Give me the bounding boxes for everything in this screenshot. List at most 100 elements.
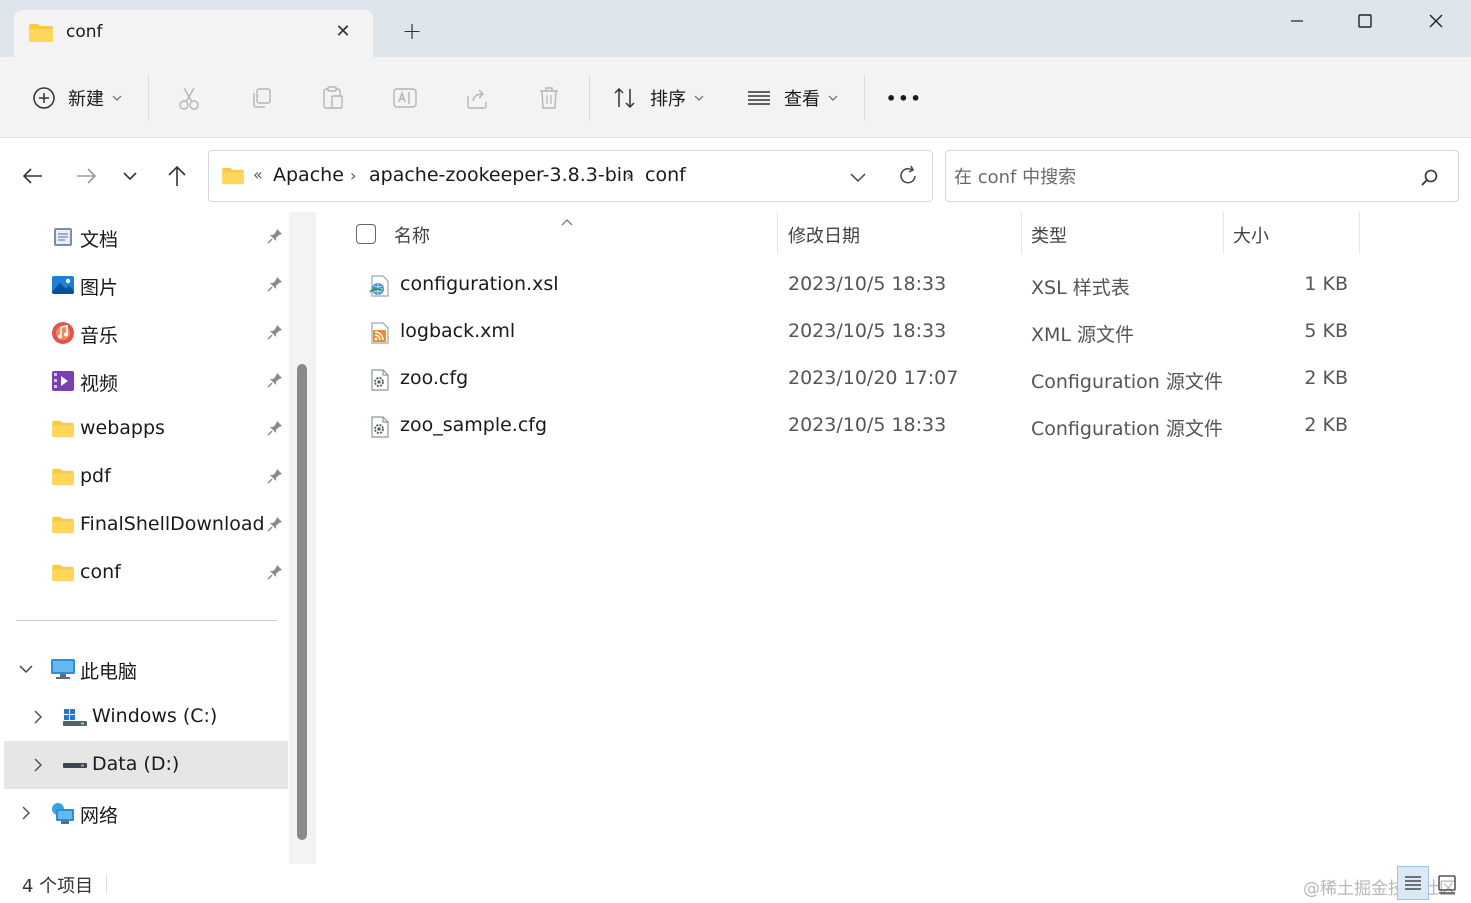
file-row[interactable]: logback.xml 2023/10/5 18:33 XML 源文件 5 KB bbox=[316, 309, 1471, 355]
column-divider[interactable] bbox=[777, 212, 778, 254]
pin-icon[interactable] bbox=[266, 227, 284, 249]
breadcrumb-conf[interactable]: conf bbox=[645, 164, 686, 186]
share-button[interactable] bbox=[461, 83, 493, 113]
select-all-checkbox[interactable] bbox=[356, 224, 376, 244]
address-bar[interactable]: « Apache › apache-zookeeper-3.8.3-bin › … bbox=[208, 150, 933, 202]
sidebar-item-label: conf bbox=[80, 561, 121, 583]
chevron-right-icon[interactable] bbox=[28, 755, 48, 775]
address-history-button[interactable] bbox=[846, 165, 870, 189]
sidebar-item-music[interactable]: 音乐 bbox=[0, 309, 290, 357]
windows-drive-icon bbox=[62, 705, 88, 729]
sidebar-item-data-d[interactable]: Data (D:) bbox=[4, 741, 288, 789]
column-header-size[interactable]: 大小 bbox=[1233, 222, 1269, 248]
column-header-modified[interactable]: 修改日期 bbox=[788, 222, 860, 248]
refresh-button[interactable] bbox=[895, 163, 921, 189]
folder-icon bbox=[50, 417, 76, 441]
sidebar-item-conf[interactable]: conf bbox=[0, 549, 290, 597]
file-size: 2 KB bbox=[1304, 414, 1348, 436]
search-input[interactable] bbox=[954, 163, 1394, 191]
view-list-icon bbox=[748, 91, 770, 105]
sidebar-item-label: 音乐 bbox=[80, 325, 119, 347]
back-button[interactable] bbox=[18, 163, 48, 189]
copy-icon bbox=[253, 88, 271, 108]
sidebar-item-label: pdf bbox=[80, 465, 111, 487]
close-window-button[interactable] bbox=[1413, 6, 1459, 36]
file-row[interactable]: zoo_sample.cfg 2023/10/5 18:33 Configura… bbox=[316, 403, 1471, 449]
folder-icon bbox=[50, 465, 76, 489]
column-header-type[interactable]: 类型 bbox=[1031, 222, 1067, 248]
sidebar-item-finalshelldownload[interactable]: FinalShellDownload bbox=[0, 501, 290, 549]
paste-icon bbox=[323, 86, 343, 109]
minimize-button[interactable] bbox=[1274, 6, 1320, 36]
breadcrumb-separator[interactable]: › bbox=[350, 166, 356, 185]
folder-icon bbox=[50, 513, 76, 537]
sidebar-item-network[interactable]: 网络 bbox=[0, 789, 290, 837]
cut-button[interactable] bbox=[173, 83, 205, 113]
forward-button[interactable] bbox=[71, 163, 101, 189]
sort-button[interactable]: 排序 bbox=[612, 81, 704, 115]
new-button[interactable]: 新建 bbox=[32, 81, 122, 115]
pin-icon[interactable] bbox=[266, 515, 284, 537]
file-row[interactable]: zoo.cfg 2023/10/20 17:07 Configuration 源… bbox=[316, 356, 1471, 402]
sidebar-item-videos[interactable]: 视频 bbox=[0, 357, 290, 405]
xsl-file-icon bbox=[368, 274, 392, 298]
search-box[interactable] bbox=[945, 150, 1459, 202]
sidebar-item-label: 文档 bbox=[80, 229, 119, 251]
drive-icon bbox=[62, 753, 88, 777]
recent-locations-button[interactable] bbox=[115, 163, 145, 189]
pin-icon[interactable] bbox=[266, 419, 284, 441]
delete-button[interactable] bbox=[533, 83, 565, 113]
breadcrumb-zookeeper[interactable]: apache-zookeeper-3.8.3-bin bbox=[369, 164, 634, 186]
column-divider[interactable] bbox=[1021, 212, 1022, 254]
paste-button[interactable] bbox=[317, 83, 349, 113]
pin-icon[interactable] bbox=[266, 371, 284, 393]
up-button[interactable] bbox=[162, 163, 192, 189]
pin-icon[interactable] bbox=[266, 563, 284, 585]
column-divider[interactable] bbox=[1359, 212, 1360, 254]
chevron-right-icon[interactable] bbox=[28, 707, 48, 727]
sidebar-item-documents[interactable]: 文档 bbox=[0, 213, 290, 261]
close-tab-icon[interactable]: ✕ bbox=[332, 22, 354, 44]
copy-button[interactable] bbox=[245, 83, 277, 113]
sidebar-item-webapps[interactable]: webapps bbox=[0, 405, 290, 453]
pin-icon[interactable] bbox=[266, 323, 284, 345]
config-file-icon bbox=[368, 368, 392, 392]
file-modified: 2023/10/5 18:33 bbox=[788, 273, 947, 295]
pictures-icon bbox=[50, 273, 76, 297]
column-header-name[interactable]: 名称 bbox=[394, 222, 430, 248]
details-view-icon bbox=[1405, 876, 1421, 890]
sidebar-scrollbar-thumb[interactable] bbox=[297, 364, 307, 840]
file-row[interactable]: configuration.xsl 2023/10/5 18:33 XSL 样式… bbox=[316, 262, 1471, 308]
arrow-right-icon bbox=[77, 168, 97, 184]
new-tab-button[interactable]: + bbox=[399, 18, 425, 44]
search-icon bbox=[1421, 169, 1438, 186]
large-icons-view-button[interactable] bbox=[1433, 870, 1461, 898]
search-button[interactable] bbox=[1416, 165, 1442, 191]
chevron-right-icon[interactable] bbox=[16, 803, 36, 823]
maximize-button[interactable] bbox=[1342, 6, 1388, 36]
column-divider[interactable] bbox=[1223, 212, 1224, 254]
chevron-down-icon[interactable] bbox=[16, 659, 36, 679]
sidebar-item-pictures[interactable]: 图片 bbox=[0, 261, 290, 309]
title-bar: conf ✕ + bbox=[0, 0, 1471, 57]
details-view-button[interactable] bbox=[1397, 866, 1429, 900]
pin-icon[interactable] bbox=[266, 275, 284, 297]
computer-icon bbox=[50, 657, 76, 681]
more-options-button[interactable]: ••• bbox=[886, 81, 923, 115]
file-name: configuration.xsl bbox=[400, 273, 559, 295]
breadcrumb-separator[interactable]: › bbox=[626, 166, 632, 185]
sidebar-item-windows-c[interactable]: Windows (C:) bbox=[0, 693, 290, 741]
tab-conf[interactable]: conf ✕ bbox=[14, 10, 373, 57]
view-button[interactable]: 查看 bbox=[746, 81, 838, 115]
breadcrumb-apache[interactable]: Apache bbox=[273, 164, 344, 186]
file-type: Configuration 源文件 bbox=[1031, 418, 1223, 440]
sidebar-item-label: Data (D:) bbox=[92, 753, 180, 775]
sidebar-item-label: 图片 bbox=[80, 277, 119, 299]
command-bar: 新建 排序 查看 ••• bbox=[0, 57, 1471, 138]
pin-icon[interactable] bbox=[266, 467, 284, 489]
sidebar-item-pdf[interactable]: pdf bbox=[0, 453, 290, 501]
overflow-chevron-icon[interactable]: « bbox=[253, 165, 263, 184]
sidebar-item-this-pc[interactable]: 此电脑 bbox=[0, 645, 290, 693]
sort-button-label: 排序 bbox=[650, 89, 686, 110]
rename-button[interactable] bbox=[389, 83, 421, 113]
